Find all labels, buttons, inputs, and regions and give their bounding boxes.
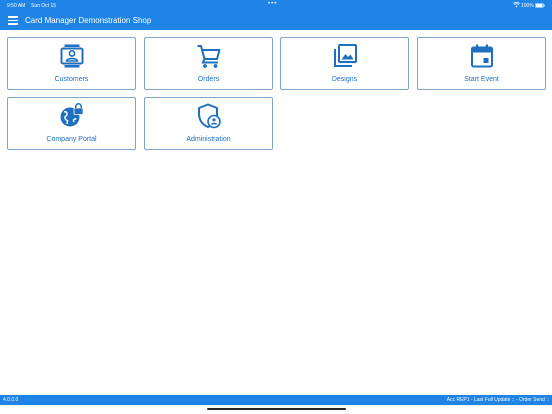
customers-tile[interactable]: Customers bbox=[7, 37, 136, 90]
wifi-icon bbox=[513, 2, 520, 8]
contact-card-icon bbox=[60, 44, 83, 68]
hamburger-icon-line bbox=[8, 23, 18, 25]
menu-button[interactable] bbox=[8, 15, 20, 25]
status-bar: 9:50 AM Sun Oct 15 ••• 100% bbox=[0, 0, 552, 10]
designs-tile[interactable]: Designs bbox=[280, 37, 409, 90]
tile-label: Administration bbox=[186, 136, 231, 143]
tile-label: Designs bbox=[331, 76, 358, 83]
battery-percentage: 100% bbox=[521, 3, 534, 9]
footer-status-bar: 4.0.0.0 Acc REP1 - Last Full Update :: -… bbox=[0, 395, 552, 405]
administration-tile[interactable]: Administration bbox=[144, 97, 273, 150]
shield-user-icon bbox=[197, 103, 221, 129]
orders-tile[interactable]: Orders bbox=[144, 37, 273, 90]
shopping-cart-icon bbox=[197, 45, 220, 68]
tile-label: Company Portal bbox=[46, 136, 97, 143]
tile-label: Start Event bbox=[464, 76, 499, 83]
status-date: Sun Oct 15 bbox=[31, 3, 57, 9]
hamburger-icon-line bbox=[8, 19, 18, 21]
tile-label: Customers bbox=[54, 76, 89, 83]
home-indicator[interactable] bbox=[207, 408, 346, 410]
image-gallery-icon bbox=[333, 44, 357, 67]
dashboard-tiles: Customers Orders Designs Start Event Com… bbox=[7, 37, 546, 153]
app-title: Card Manager Demonstration Shop bbox=[25, 16, 152, 25]
hamburger-icon bbox=[8, 16, 18, 18]
app-version: 4.0.0.0 bbox=[3, 397, 19, 403]
multitasking-dots[interactable]: ••• bbox=[268, 1, 277, 7]
battery-icon bbox=[535, 3, 545, 8]
calendar-icon bbox=[470, 44, 493, 68]
start-event-tile[interactable]: Start Event bbox=[417, 37, 546, 90]
status-time: 9:50 AM bbox=[7, 3, 26, 9]
globe-lock-icon bbox=[60, 103, 83, 127]
company-portal-tile[interactable]: Company Portal bbox=[7, 97, 136, 150]
top-app-bar: 9:50 AM Sun Oct 15 ••• 100% Card Manager… bbox=[0, 0, 552, 30]
sync-status: Acc REP1 - Last Full Update :: - Order S… bbox=[446, 397, 549, 403]
tile-label: Orders bbox=[197, 76, 220, 83]
